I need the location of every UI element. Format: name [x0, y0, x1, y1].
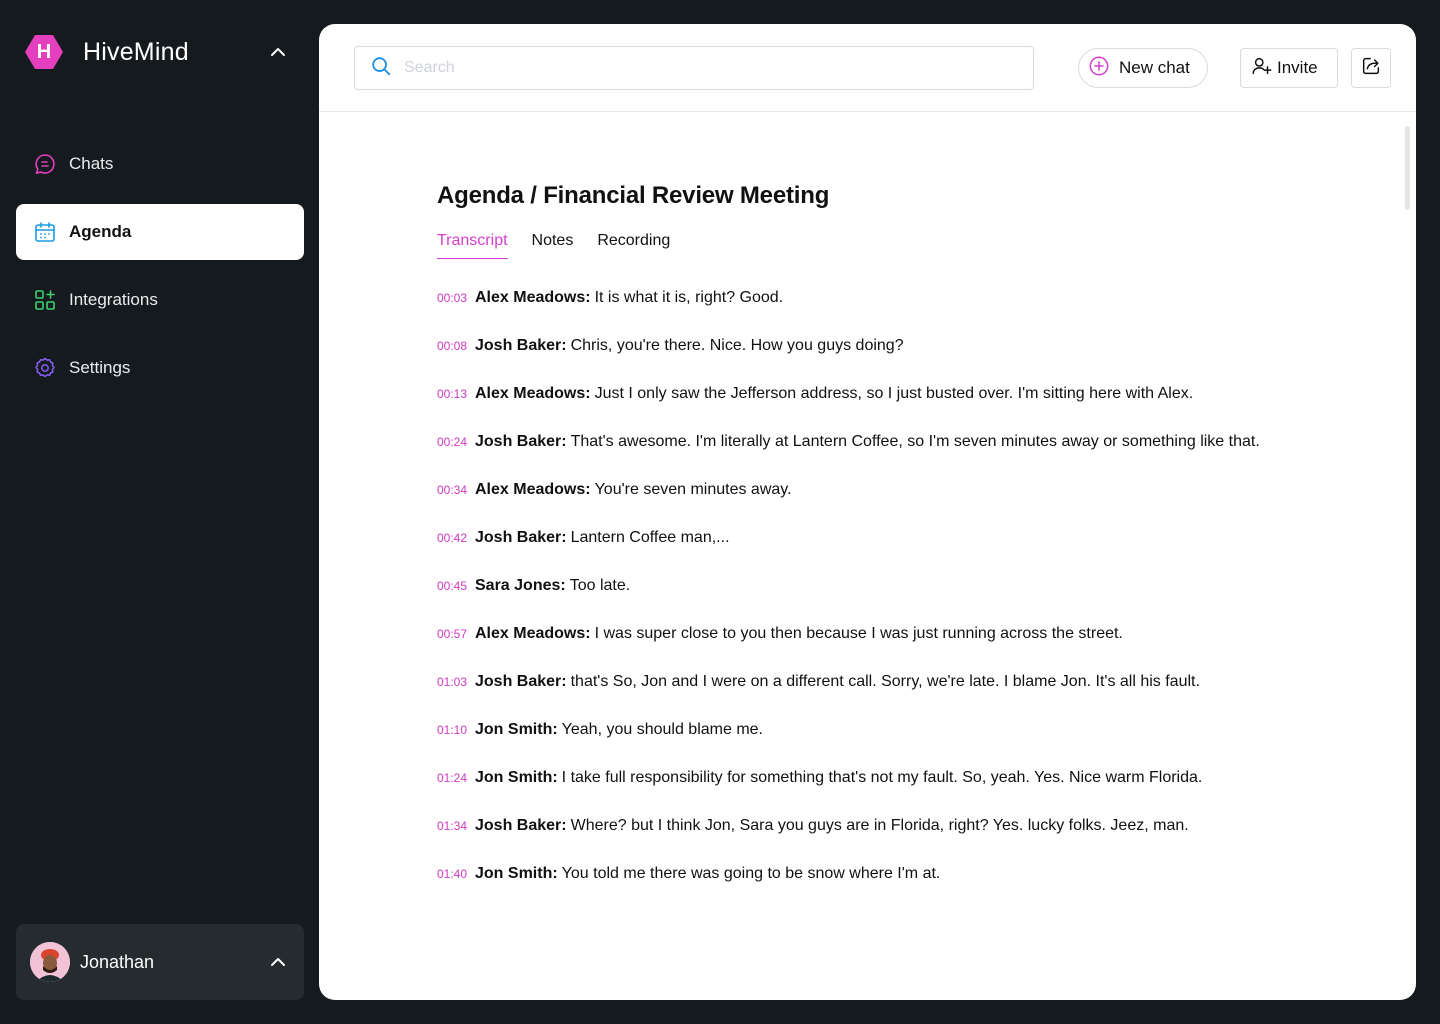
transcript-line: 00:13 Alex Meadows: Just I only saw the Je…	[437, 385, 1337, 433]
speaker-name: Jon Smith:	[475, 721, 558, 738]
speaker-name: Sara Jones:	[475, 577, 566, 594]
avatar	[30, 942, 70, 982]
timestamp[interactable]: 00:42	[437, 531, 475, 545]
brand-logo-letter: H	[36, 40, 52, 63]
timestamp[interactable]: 00:24	[437, 435, 475, 449]
utterance-text: Just I only saw the Jefferson address, s…	[594, 385, 1194, 402]
transcript-line: 01:10 Jon Smith: Yeah, you should blame me…	[437, 721, 1337, 769]
utterance-text: Yeah, you should blame me.	[561, 721, 763, 738]
speaker-name: Josh Baker:	[475, 433, 567, 450]
search-box[interactable]	[354, 46, 1034, 90]
chat-bubble-icon	[33, 152, 57, 176]
utterance-text: Lantern Coffee man,...	[570, 529, 730, 546]
speaker-name: Josh Baker:	[475, 337, 567, 354]
sidebar-item-settings[interactable]: Settings	[16, 340, 304, 396]
transcript-line: 00:45 Sara Jones: Too late.	[437, 577, 1337, 625]
plus-circle-icon	[1088, 55, 1110, 82]
speaker-name: Alex Meadows:	[475, 481, 591, 498]
sidebar-item-label: Settings	[69, 358, 131, 377]
transcript-line: 00:57 Alex Meadows: I was super close to y…	[437, 625, 1337, 673]
speaker-name: Josh Baker:	[475, 817, 567, 834]
top-bar: New chat Invite	[319, 24, 1416, 112]
hivemind-logo-icon: H	[24, 32, 64, 72]
new-chat-button[interactable]: New chat	[1078, 48, 1208, 88]
utterance-text: I take full responsibility for something…	[561, 769, 1203, 786]
gear-icon	[33, 356, 57, 380]
sidebar-item-label: Integrations	[69, 290, 158, 309]
share-button[interactable]	[1351, 48, 1391, 88]
scrollbar[interactable]	[1405, 126, 1410, 210]
speaker-name: Jon Smith:	[475, 769, 558, 786]
search-input[interactable]	[404, 59, 1004, 77]
transcript-line: 01:40 Jon Smith: You told me there was goi…	[437, 865, 1337, 913]
invite-button[interactable]: Invite	[1240, 48, 1338, 88]
meeting-content: Agenda / Financial Review Meeting Transc…	[437, 182, 1337, 913]
speaker-name: Josh Baker:	[475, 529, 567, 546]
speaker-name: Alex Meadows:	[475, 385, 591, 402]
utterance-text: Chris, you're there. Nice. How you guys …	[570, 337, 904, 354]
user-menu[interactable]: Jonathan	[16, 924, 304, 1000]
share-icon	[1360, 55, 1382, 82]
tab-bar: Transcript Notes Recording	[437, 232, 1337, 259]
speaker-name: Alex Meadows:	[475, 625, 591, 642]
chevron-up-icon[interactable]	[266, 40, 290, 64]
tab-recording[interactable]: Recording	[597, 232, 670, 259]
utterance-text: that's So, Jon and I were on a different…	[570, 673, 1200, 690]
sidebar-item-label: Agenda	[69, 222, 132, 241]
transcript-line: 00:08 Josh Baker: Chris, you're there. Nic…	[437, 337, 1337, 385]
transcript-line: 01:34 Josh Baker: Where? but I think Jon, …	[437, 817, 1337, 865]
grid-plus-icon	[33, 288, 57, 312]
sidebar-item-label: Chats	[69, 154, 114, 173]
sidebar-item-agenda[interactable]: Agenda	[16, 204, 304, 260]
timestamp[interactable]: 00:13	[437, 387, 475, 401]
utterance-text: You're seven minutes away.	[594, 481, 792, 498]
transcript-list: 00:03 Alex Meadows: It is what it is, righ…	[437, 289, 1337, 913]
speaker-name: Josh Baker:	[475, 673, 567, 690]
transcript-line: 01:03 Josh Baker: that's So, Jon and I wer…	[437, 673, 1337, 721]
brand[interactable]: H HiveMind	[24, 32, 189, 72]
utterance-text: That's awesome. I'm literally at Lantern…	[570, 433, 1260, 450]
chevron-up-icon[interactable]	[266, 950, 290, 974]
add-user-icon	[1251, 55, 1273, 82]
main-panel: New chat Invite Agenda / Financial Revie…	[319, 24, 1416, 1000]
transcript-line: 00:03 Alex Meadows: It is what it is, righ…	[437, 289, 1337, 337]
tab-transcript[interactable]: Transcript	[437, 232, 508, 259]
utterance-text: I was super close to you then because I …	[594, 625, 1123, 642]
sidebar: H HiveMind Chats Agenda Integrations Set…	[0, 0, 319, 1024]
search-icon	[370, 55, 392, 82]
sidebar-nav: Chats Agenda Integrations Settings	[16, 136, 304, 408]
timestamp[interactable]: 00:57	[437, 627, 475, 641]
sidebar-item-integrations[interactable]: Integrations	[16, 272, 304, 328]
timestamp[interactable]: 00:08	[437, 339, 475, 353]
timestamp[interactable]: 00:45	[437, 579, 475, 593]
transcript-line: 00:24 Josh Baker: That's awesome. I'm lite…	[437, 433, 1337, 481]
timestamp[interactable]: 00:34	[437, 483, 475, 497]
timestamp[interactable]: 01:24	[437, 771, 475, 785]
utterance-text: It is what it is, right? Good.	[594, 289, 784, 306]
transcript-line: 00:34 Alex Meadows: You're seven minutes a…	[437, 481, 1337, 529]
timestamp[interactable]: 01:34	[437, 819, 475, 833]
utterance-text: You told me there was going to be snow w…	[561, 865, 941, 882]
transcript-line: 01:24 Jon Smith: I take full responsibilit…	[437, 769, 1337, 817]
timestamp[interactable]: 00:03	[437, 291, 475, 305]
timestamp[interactable]: 01:03	[437, 675, 475, 689]
tab-notes[interactable]: Notes	[532, 232, 574, 259]
new-chat-label: New chat	[1119, 58, 1190, 77]
sidebar-item-chats[interactable]: Chats	[16, 136, 304, 192]
invite-label: Invite	[1277, 58, 1318, 77]
brand-name: HiveMind	[83, 37, 189, 66]
user-name: Jonathan	[80, 951, 155, 972]
transcript-line: 00:42 Josh Baker: Lantern Coffee man,...	[437, 529, 1337, 577]
speaker-name: Jon Smith:	[475, 865, 558, 882]
timestamp[interactable]: 01:10	[437, 723, 475, 737]
calendar-icon	[33, 220, 57, 244]
speaker-name: Alex Meadows:	[475, 289, 591, 306]
utterance-text: Too late.	[569, 577, 631, 594]
timestamp[interactable]: 01:40	[437, 867, 475, 881]
page-title: Agenda / Financial Review Meeting	[437, 182, 830, 209]
utterance-text: Where? but I think Jon, Sara you guys ar…	[570, 817, 1189, 834]
